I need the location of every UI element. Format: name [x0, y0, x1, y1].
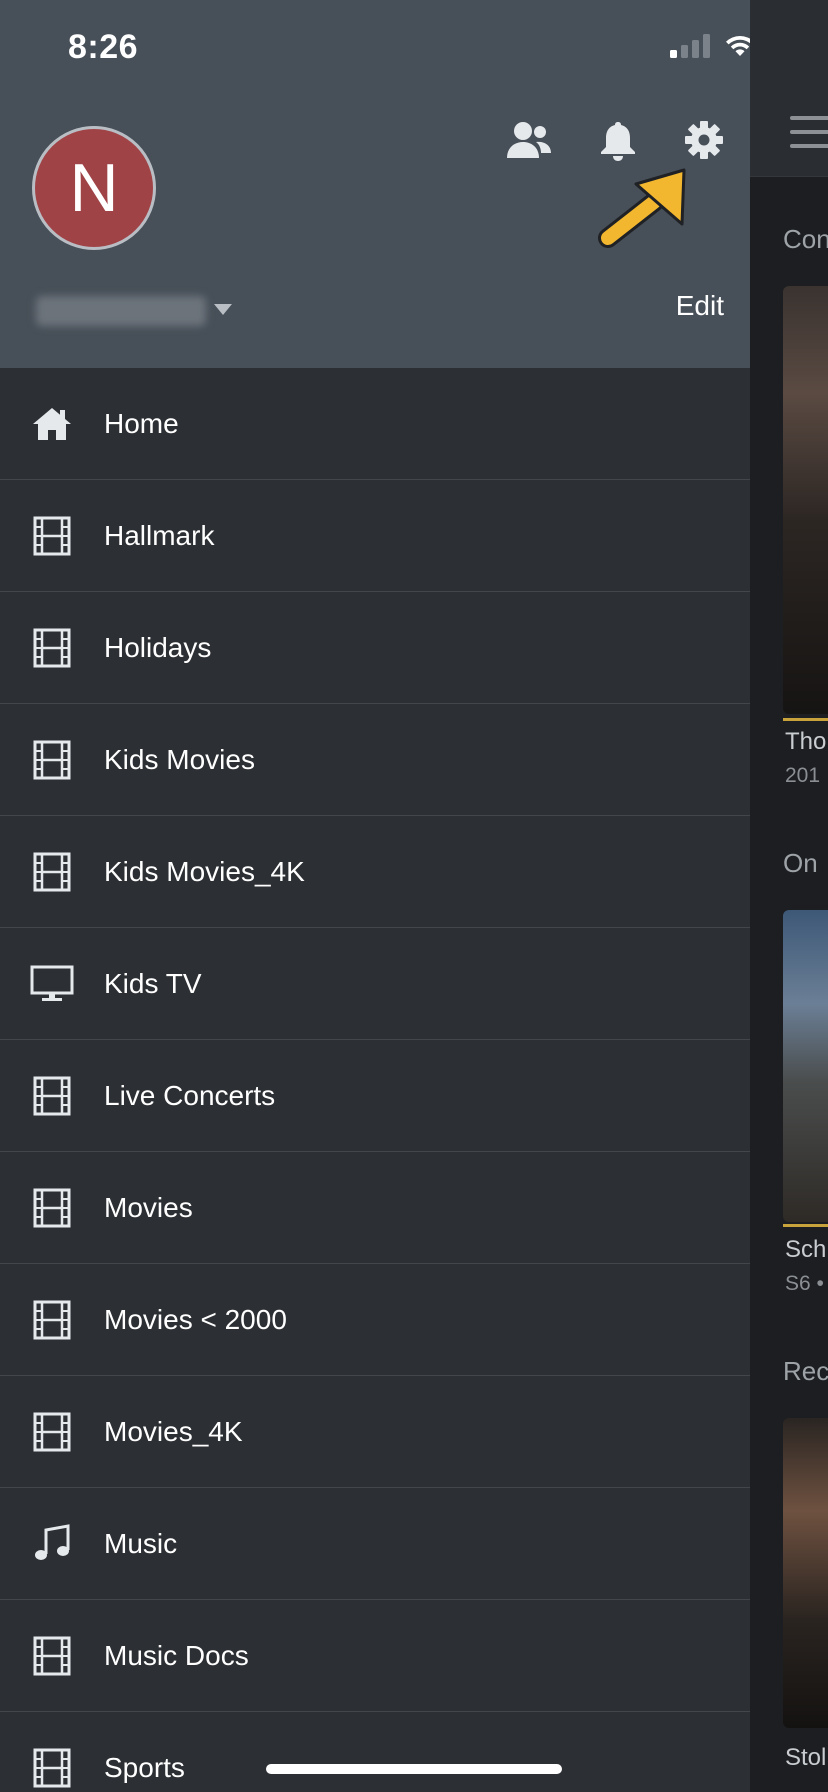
nav-item-movies[interactable]: Movies — [0, 1152, 750, 1264]
nav-item-label: Kids TV — [104, 967, 202, 999]
status-icons — [670, 34, 750, 58]
background-app-content: Con Tho 201 On Sch S6 • Rec Stol — [750, 0, 828, 1792]
nav-item-label: Kids Movies — [104, 743, 255, 775]
item-title: Tho — [785, 728, 827, 755]
nav-item-label: Live Concerts — [104, 1079, 276, 1111]
nav-item-movies-4k[interactable]: Movies_4K — [0, 1376, 750, 1488]
drawer-header: 8:26 N Edit — [0, 0, 750, 368]
nav-item-label: Movies — [104, 1191, 193, 1223]
pointer-arrow-annotation — [598, 168, 686, 248]
home-indicator[interactable] — [266, 1764, 562, 1774]
nav-item-music-docs[interactable]: Music Docs — [0, 1600, 750, 1712]
music-icon — [30, 1523, 74, 1564]
film-icon — [30, 1748, 74, 1788]
home-icon — [30, 404, 74, 444]
nav-item-label: Home — [104, 407, 179, 439]
section-header: On — [783, 848, 818, 878]
wifi-icon — [726, 36, 750, 56]
avatar[interactable]: N — [32, 126, 156, 250]
side-drawer: 8:26 N Edit Home Hallmark Holidays Kids … — [0, 0, 750, 1792]
nav-item-label: Movies < 2000 — [104, 1303, 287, 1335]
status-time: 8:26 — [68, 28, 139, 66]
nav-item-movies-before-2000[interactable]: Movies < 2000 — [0, 1264, 750, 1376]
nav-item-live-concerts[interactable]: Live Concerts — [0, 1040, 750, 1152]
item-title: Stol — [785, 1744, 827, 1771]
item-subtitle: S6 • — [785, 1272, 824, 1295]
nav-item-kids-movies-4k[interactable]: Kids Movies_4K — [0, 816, 750, 928]
nav-item-holidays[interactable]: Holidays — [0, 592, 750, 704]
film-icon — [30, 516, 74, 556]
poster-thumbnail[interactable] — [783, 286, 828, 714]
bell-icon[interactable] — [600, 120, 636, 162]
username-blurred[interactable] — [36, 296, 206, 326]
nav-item-kids-movies[interactable]: Kids Movies — [0, 704, 750, 816]
film-icon — [30, 852, 74, 892]
tv-icon — [30, 964, 74, 1004]
nav-item-hallmark[interactable]: Hallmark — [0, 480, 750, 592]
item-title: Sch — [785, 1236, 827, 1263]
gear-icon[interactable] — [684, 120, 724, 160]
section-header: Con — [783, 224, 828, 254]
nav-item-label: Holidays — [104, 631, 212, 663]
nav-item-label: Hallmark — [104, 519, 215, 551]
nav-item-home[interactable]: Home — [0, 368, 750, 480]
background-top-bar — [750, 0, 828, 177]
nav-item-sports[interactable]: Sports — [0, 1712, 750, 1792]
nav-item-label: Movies_4K — [104, 1415, 243, 1447]
edit-button[interactable]: Edit — [676, 290, 724, 322]
nav-item-kids-tv[interactable]: Kids TV — [0, 928, 750, 1040]
nav-item-label: Sports — [104, 1751, 185, 1783]
progress-underline — [783, 718, 828, 721]
item-subtitle: 201 — [785, 764, 821, 787]
poster-thumbnail[interactable] — [783, 910, 828, 1222]
film-icon — [30, 1300, 74, 1340]
library-list: Home Hallmark Holidays Kids Movies Kids … — [0, 368, 750, 1792]
film-icon — [30, 1412, 74, 1452]
film-icon — [30, 628, 74, 668]
nav-item-label: Music Docs — [104, 1639, 249, 1671]
nav-item-label: Music — [104, 1527, 178, 1559]
cellular-signal-icon — [670, 34, 710, 58]
user-switch-caret-icon[interactable] — [214, 304, 232, 315]
hamburger-menu-icon[interactable] — [790, 116, 828, 158]
poster-thumbnail[interactable] — [783, 1418, 828, 1728]
friends-icon[interactable] — [506, 120, 552, 162]
nav-item-music[interactable]: Music — [0, 1488, 750, 1600]
film-icon — [30, 740, 74, 780]
film-icon — [30, 1076, 74, 1116]
film-icon — [30, 1636, 74, 1676]
progress-underline — [783, 1224, 828, 1227]
nav-item-label: Kids Movies_4K — [104, 855, 305, 887]
film-icon — [30, 1188, 74, 1228]
section-header: Rec — [783, 1356, 828, 1386]
